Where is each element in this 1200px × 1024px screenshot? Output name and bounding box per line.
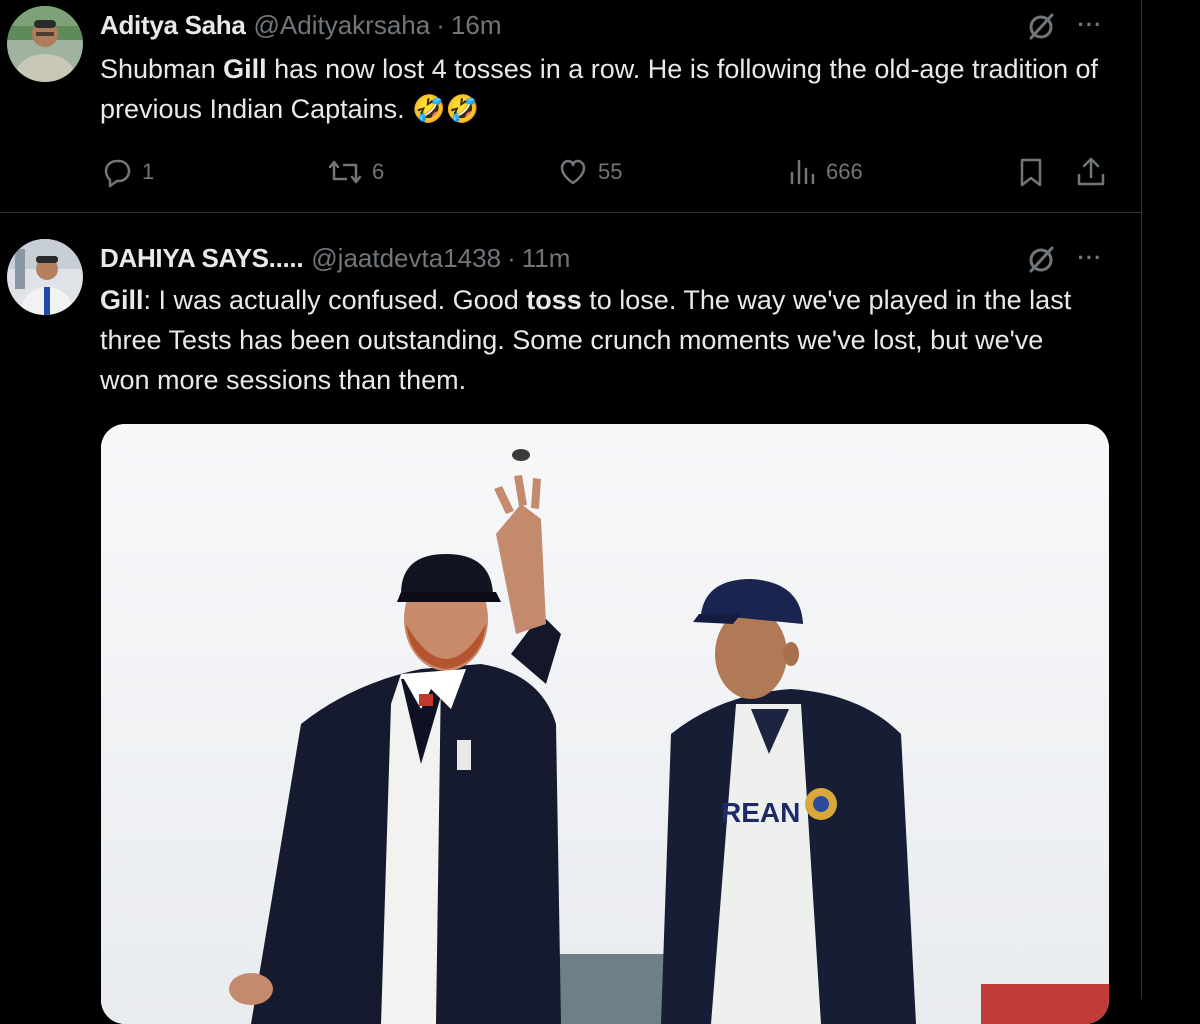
author-name[interactable]: DAHIYA SAYS..... xyxy=(100,243,304,274)
avatar[interactable] xyxy=(7,6,83,82)
tweet-actions: 1 6 55 666 xyxy=(100,152,1120,192)
text-bold: Gill xyxy=(100,285,144,315)
like-button[interactable]: 55 xyxy=(556,152,622,192)
text-part: : I was actually confused. Good xyxy=(143,285,527,315)
more-icon[interactable]: ··· xyxy=(1070,8,1110,42)
tweet-text: Gill: I was actually confused. Good toss… xyxy=(100,280,1080,400)
photo-image: REAN xyxy=(101,424,1109,1024)
tweet-header: DAHIYA SAYS..... @jaatdevta1438 · 11m xyxy=(100,241,570,275)
tweet[interactable]: DAHIYA SAYS..... @jaatdevta1438 · 11m ··… xyxy=(0,213,1141,1024)
shirt-text: REAN xyxy=(721,797,800,828)
reply-icon xyxy=(100,155,134,189)
views-button[interactable]: 666 xyxy=(788,152,863,192)
repost-icon xyxy=(326,155,364,189)
separator: · xyxy=(507,242,516,273)
timestamp[interactable]: 11m xyxy=(522,243,571,274)
emoji: 🤣🤣 xyxy=(412,94,480,124)
tweet-media-photo[interactable]: REAN xyxy=(101,424,1109,1024)
reply-button[interactable]: 1 xyxy=(100,152,154,192)
heart-icon xyxy=(556,155,590,189)
avatar[interactable] xyxy=(7,239,83,315)
timeline: Aditya Saha @Adityakrsaha · 16m ··· Shub… xyxy=(0,0,1142,1024)
grok-icon[interactable] xyxy=(1024,242,1058,276)
timestamp[interactable]: 16m xyxy=(451,10,502,41)
author-name[interactable]: Aditya Saha xyxy=(100,10,246,41)
text-bold: Gill xyxy=(223,54,267,84)
bookmark-button[interactable] xyxy=(1016,152,1046,192)
bookmark-icon xyxy=(1016,155,1046,189)
grok-icon[interactable] xyxy=(1024,9,1058,43)
share-icon xyxy=(1074,155,1108,189)
views-icon xyxy=(788,155,818,189)
text-part: Shubman xyxy=(100,54,224,84)
reply-count: 1 xyxy=(142,159,155,184)
views-count: 666 xyxy=(826,159,863,184)
tweet[interactable]: Aditya Saha @Adityakrsaha · 16m ··· Shub… xyxy=(0,0,1141,213)
tweet-text: Shubman Gill has now lost 4 tosses in a … xyxy=(100,49,1100,129)
author-handle[interactable]: @Adityakrsaha xyxy=(254,10,431,41)
author-handle[interactable]: @jaatdevta1438 xyxy=(311,243,501,274)
repost-button[interactable]: 6 xyxy=(326,152,384,192)
tweet-header: Aditya Saha @Adityakrsaha · 16m xyxy=(100,8,501,42)
like-count: 55 xyxy=(598,159,623,184)
share-button[interactable] xyxy=(1074,152,1108,192)
text-bold: toss xyxy=(526,285,582,315)
repost-count: 6 xyxy=(372,159,385,184)
more-icon[interactable]: ··· xyxy=(1070,241,1110,275)
separator: · xyxy=(436,9,445,40)
